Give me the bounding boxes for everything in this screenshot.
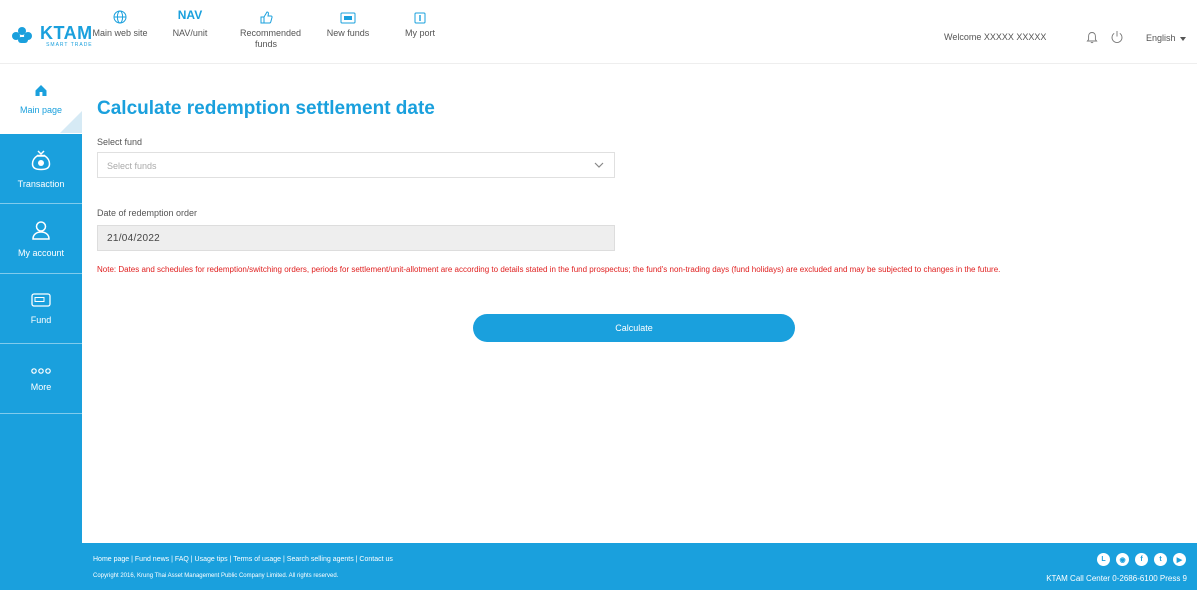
call-center-text: KTAM Call Center 0-2686-6100 Press 9 [1046,574,1187,583]
sidebar-item-label: My account [17,247,65,258]
facebook-icon[interactable]: f [1135,553,1148,566]
sidebar-item-transaction[interactable]: Transaction [0,134,82,204]
twitter-icon[interactable]: t [1154,553,1167,566]
sidebar-item-fund[interactable]: Fund [0,274,82,344]
top-bar: KTAM SMART TRADE Main web site NAV NAV/u… [0,0,1197,64]
globe-icon [92,6,148,24]
nav-text-icon: NAV [177,8,203,22]
nav-nav-unit[interactable]: NAV NAV/unit [168,6,212,39]
nav-label: My port [404,28,435,38]
sidebar-item-label: Main page [19,104,63,115]
portfolio-icon [400,6,440,24]
nav-label: New funds [326,28,370,38]
nav-recommended-funds[interactable]: Recommended funds [240,6,302,50]
logo-mark-icon [12,26,38,46]
calculate-label: Calculate [615,323,653,333]
nav-main-web-site[interactable]: Main web site [92,6,148,39]
nav-label: NAV/unit [172,28,208,38]
select-fund-label: Select fund [97,137,143,147]
youtube-icon[interactable]: ▶ [1173,553,1186,566]
new-badge-icon [326,6,370,24]
sidebar-item-label: More [30,381,52,392]
nav-new-funds[interactable]: New funds [326,6,370,39]
calculate-button[interactable]: Calculate [473,314,795,342]
sidebar-item-label: Fund [30,314,52,325]
footer-links[interactable]: Home page | Fund news | FAQ | Usage tips… [93,556,393,563]
sidebar-item-my-account[interactable]: My account [0,204,82,274]
power-icon[interactable] [1110,30,1124,49]
fund-card-icon [31,292,51,309]
logo-subtext: SMART TRADE [46,42,93,48]
sidebar: Main page Transaction My account Fund Mo… [0,64,82,590]
caret-down-icon [1179,36,1186,41]
redemption-date-field[interactable]: 21/04/2022 [97,225,615,251]
thumbs-up-icon [240,6,292,24]
copyright-text: Copyright 2016, Krung Thai Asset Managem… [93,573,339,579]
money-bag-icon [31,149,51,173]
select-fund-placeholder: Select funds [107,161,157,171]
user-icon [31,220,51,242]
chevron-down-icon [594,161,604,171]
welcome-text: Welcome XXXXX XXXXX [944,32,1047,42]
page-title: Calculate redemption settlement date [97,98,435,119]
instagram-icon[interactable]: ◉ [1116,553,1129,566]
footer: Home page | Fund news | FAQ | Usage tips… [82,543,1197,590]
select-fund-dropdown[interactable]: Select funds [97,152,615,178]
language-label: English [1146,33,1176,43]
home-icon [34,83,48,99]
more-dots-icon [31,366,51,376]
bell-icon[interactable] [1086,31,1098,49]
line-icon[interactable]: L [1097,553,1110,566]
sidebar-item-label: Transaction [17,178,65,189]
disclaimer-note: Note: Dates and schedules for redemption… [97,265,1001,274]
nav-my-port[interactable]: My port [400,6,440,39]
logo-text: KTAM [40,23,93,43]
ktam-logo[interactable]: KTAM SMART TRADE [12,24,93,48]
date-label: Date of redemption order [97,208,198,218]
sidebar-item-more[interactable]: More [0,344,82,414]
social-icons: L ◉ f t ▶ [1097,553,1186,566]
language-selector[interactable]: English [1146,33,1186,43]
sidebar-item-main-page[interactable]: Main page [0,64,82,134]
nav-label: Recommended funds [240,28,302,49]
nav-label: Main web site [92,28,148,38]
redemption-date-value: 21/04/2022 [107,233,161,244]
